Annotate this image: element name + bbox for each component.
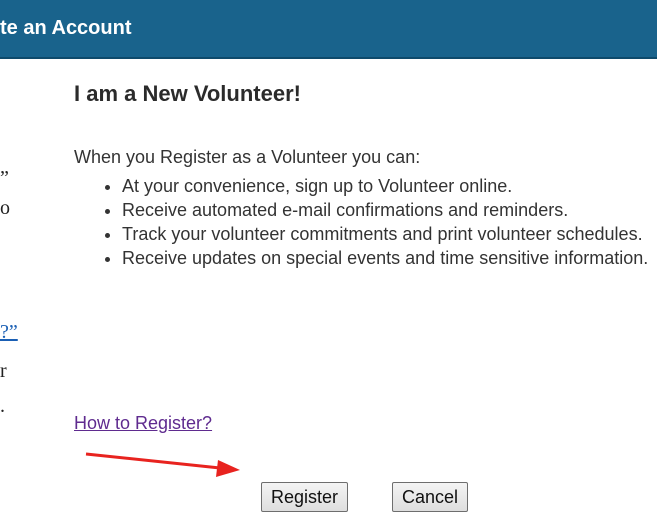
how-to-register-link[interactable]: How to Register? [74, 413, 212, 434]
intro-text: When you Register as a Volunteer you can… [74, 147, 421, 167]
benefits-list: At your convenience, sign up to Voluntee… [98, 175, 657, 271]
arrow-head [216, 460, 240, 477]
arrow-shaft [85, 452, 221, 470]
left-fragment-o: o [0, 197, 10, 219]
header-bar: te an Account [0, 0, 657, 59]
left-fragment-period: . [0, 395, 5, 417]
benefit-item: Receive automated e-mail confirmations a… [122, 199, 657, 221]
header-title: te an Account [0, 17, 132, 39]
benefit-item: Receive updates on special events and ti… [122, 247, 657, 269]
benefit-item: At your convenience, sign up to Voluntee… [122, 175, 657, 197]
left-fragment-r: r [0, 360, 7, 382]
section-title: I am a New Volunteer! [74, 81, 301, 106]
left-fragment-quote: ” [0, 167, 9, 189]
red-arrow-annotation [85, 452, 240, 477]
left-fragment-link[interactable]: ?” [0, 321, 18, 344]
benefit-item: Track your volunteer commitments and pri… [122, 223, 657, 245]
